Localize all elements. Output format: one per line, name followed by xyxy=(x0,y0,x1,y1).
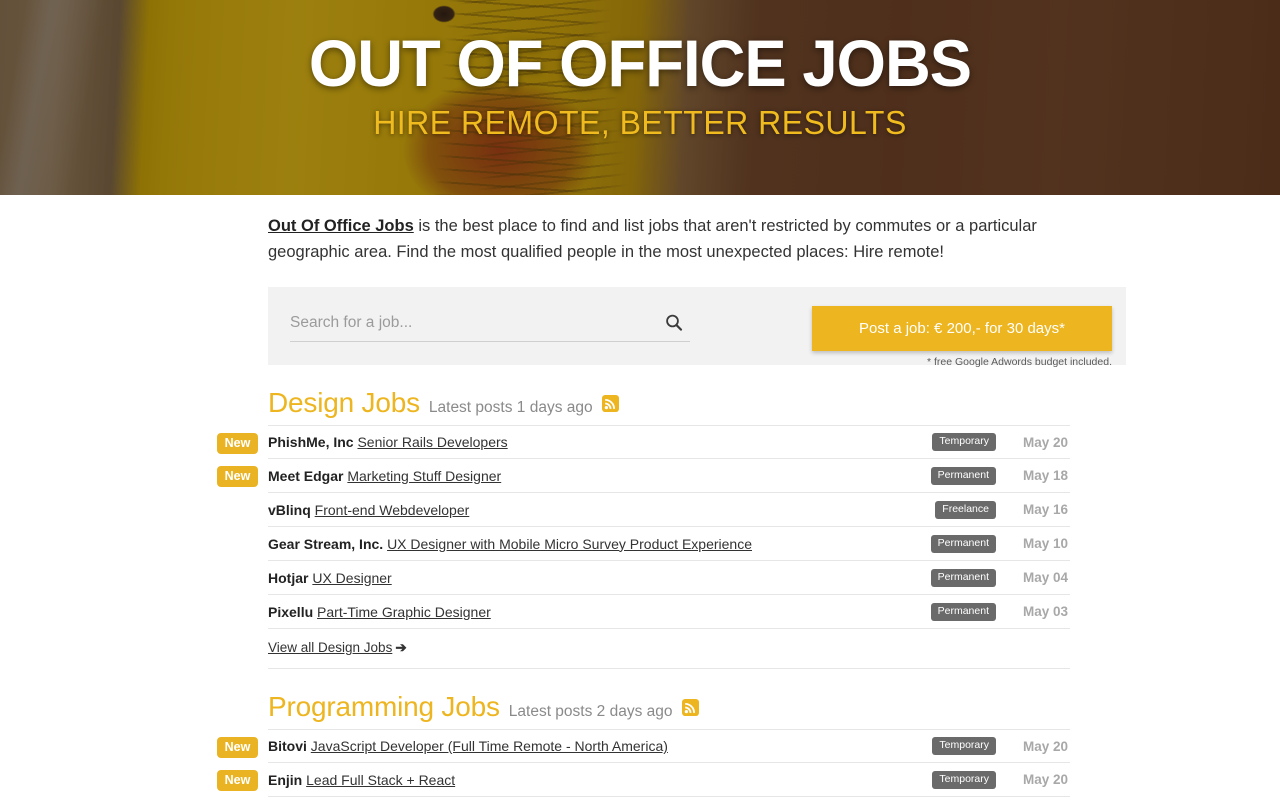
new-badge: New xyxy=(217,770,258,791)
job-main: Enjin Lead Full Stack + React xyxy=(268,772,932,788)
job-company: Bitovi xyxy=(268,738,307,754)
job-title-link[interactable]: Lead Full Stack + React xyxy=(306,772,455,788)
table-row[interactable]: New PhishMe, Inc Senior Rails Developers… xyxy=(217,425,1070,459)
new-badge: New xyxy=(217,466,258,487)
job-company: Gear Stream, Inc. xyxy=(268,535,384,552)
job-date: May 20 xyxy=(1022,434,1068,450)
table-row[interactable]: vBlinq Front-end Webdeveloper Freelance … xyxy=(268,493,1070,527)
section-design-jobs: Design Jobs Latest posts 1 days ago New … xyxy=(217,387,1070,669)
job-list-design: New PhishMe, Inc Senior Rails Developers… xyxy=(217,425,1070,629)
job-title-link[interactable]: Senior Rails Developers xyxy=(357,434,507,450)
section-meta: Latest posts 1 days ago xyxy=(428,399,593,416)
job-main: vBlinq Front-end Webdeveloper xyxy=(268,502,935,518)
site-title: OUT OF OFFICE JOBS xyxy=(308,26,972,100)
search-panel: Post a job: € 200,- for 30 days* * free … xyxy=(268,287,1126,368)
job-title-link[interactable]: Front-end Webdeveloper xyxy=(315,502,470,518)
section-title[interactable]: Design Jobs xyxy=(268,387,420,419)
job-company: Meet Edgar xyxy=(268,467,344,484)
arrow-right-icon: ➔ xyxy=(395,640,407,655)
section-title[interactable]: Programming Jobs xyxy=(268,691,500,723)
hero-banner: OUT OF OFFICE JOBS HIRE REMOTE, BETTER R… xyxy=(0,0,1280,195)
job-type-badge: Permanent xyxy=(930,568,996,587)
job-company: Pixellu xyxy=(268,603,314,620)
rss-icon[interactable] xyxy=(681,698,699,716)
job-main: Bitovi JavaScript Developer (Full Time R… xyxy=(268,738,932,754)
section-meta: Latest posts 2 days ago xyxy=(508,703,673,720)
job-date: May 20 xyxy=(1022,772,1068,787)
job-type-badge: Temporary xyxy=(932,433,996,451)
job-date: May 20 xyxy=(1022,738,1068,754)
view-all-design-jobs[interactable]: View all Design Jobs ➔ xyxy=(268,629,1070,669)
search-input[interactable] xyxy=(290,310,664,335)
job-type-badge: Permanent xyxy=(930,602,996,621)
table-row[interactable]: New Meet Edgar Marketing Stuff Designer … xyxy=(217,459,1070,493)
post-job-footnote: * free Google Adwords budget included. xyxy=(926,356,1112,368)
brand-link[interactable]: Out Of Office Jobs xyxy=(268,217,414,235)
job-company: Enjin xyxy=(268,771,303,788)
new-badge: New xyxy=(217,433,258,454)
job-title-link[interactable]: UX Designer with Mobile Micro Survey Pro… xyxy=(387,536,752,552)
job-date: May 10 xyxy=(1022,536,1068,551)
table-row[interactable]: New Bitovi JavaScript Developer (Full Ti… xyxy=(217,729,1070,763)
job-main: Pixellu Part-Time Graphic Designer xyxy=(268,604,931,620)
section-header: Programming Jobs Latest posts 2 days ago xyxy=(268,691,1070,727)
job-company: PhishMe, Inc xyxy=(268,434,354,450)
job-title-link[interactable]: Part-Time Graphic Designer xyxy=(317,604,491,620)
site-tagline: HIRE REMOTE, BETTER RESULTS xyxy=(373,104,907,141)
job-company: Hotjar xyxy=(268,569,309,586)
job-type-badge: Freelance xyxy=(935,500,996,519)
job-date: May 04 xyxy=(1022,570,1068,585)
page-content: Out Of Office Jobs is the best place to … xyxy=(0,195,1280,800)
job-type-badge: Temporary xyxy=(932,737,996,755)
job-type-badge: Permanent xyxy=(930,534,996,553)
job-main: Hotjar UX Designer xyxy=(268,570,931,586)
job-company: vBlinq xyxy=(268,501,311,518)
view-all-label[interactable]: View all Design Jobs xyxy=(268,640,392,655)
job-date: May 18 xyxy=(1022,468,1068,483)
search-box[interactable] xyxy=(290,310,690,342)
section-header: Design Jobs Latest posts 1 days ago xyxy=(268,387,1070,423)
table-row[interactable]: Hotjar UX Designer Permanent May 04 xyxy=(268,561,1070,595)
job-main: Meet Edgar Marketing Stuff Designer xyxy=(268,468,931,484)
table-row[interactable]: New Enjin Lead Full Stack + React Tempor… xyxy=(217,763,1070,797)
job-type-badge: Temporary xyxy=(932,770,996,789)
table-row[interactable]: Pixellu Part-Time Graphic Designer Perma… xyxy=(268,595,1070,629)
job-title-link[interactable]: UX Designer xyxy=(312,570,391,586)
job-type-badge: Permanent xyxy=(930,466,996,485)
table-row[interactable]: Gear Stream, Inc. UX Designer with Mobil… xyxy=(268,527,1070,561)
job-date: May 16 xyxy=(1022,502,1068,517)
intro-paragraph: Out Of Office Jobs is the best place to … xyxy=(268,195,1073,265)
search-icon[interactable] xyxy=(664,313,684,333)
job-title-link[interactable]: Marketing Stuff Designer xyxy=(347,468,501,484)
post-a-job-button[interactable]: Post a job: € 200,- for 30 days* xyxy=(812,306,1112,351)
job-date: May 03 xyxy=(1022,604,1068,619)
new-badge: New xyxy=(217,737,258,758)
job-main: Gear Stream, Inc. UX Designer with Mobil… xyxy=(268,536,931,552)
job-main: PhishMe, Inc Senior Rails Developers xyxy=(268,434,932,450)
job-list-programming: New Bitovi JavaScript Developer (Full Ti… xyxy=(217,729,1070,800)
post-job-area: Post a job: € 200,- for 30 days* * free … xyxy=(812,306,1112,368)
section-programming-jobs: Programming Jobs Latest posts 2 days ago… xyxy=(217,691,1070,800)
rss-icon[interactable] xyxy=(601,394,619,412)
job-title-link[interactable]: JavaScript Developer (Full Time Remote -… xyxy=(311,738,668,754)
